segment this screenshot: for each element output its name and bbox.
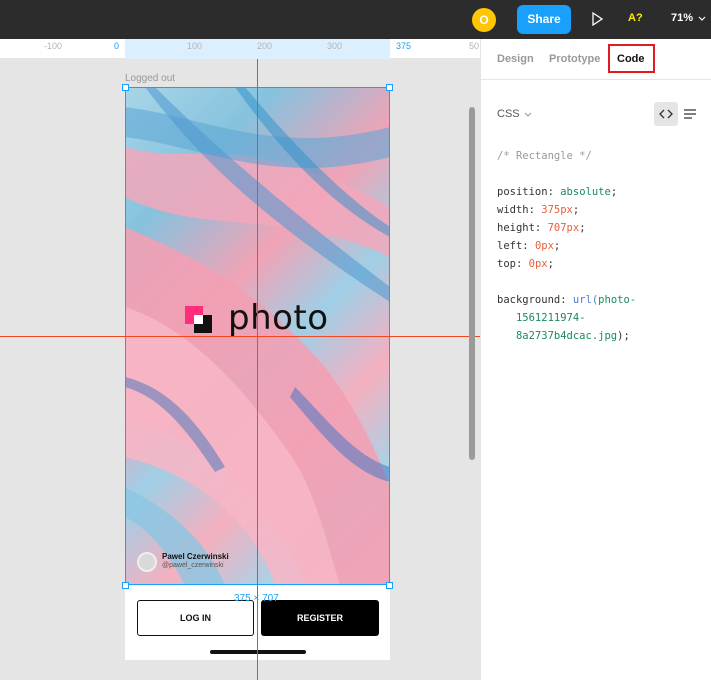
ruler-tick: 300	[327, 41, 343, 51]
code-blank	[497, 273, 636, 291]
login-button[interactable]: LOG IN	[137, 600, 254, 636]
horizontal-ruler: -100 0 100 200 300 375 50	[0, 39, 480, 59]
resize-handle[interactable]	[386, 84, 393, 91]
resize-handle[interactable]	[122, 84, 129, 91]
frame-label[interactable]: Logged out	[125, 73, 175, 84]
top-toolbar: O Share A? 71%	[0, 0, 711, 39]
list-view-icon[interactable]	[684, 108, 696, 120]
properties-panel: Design Prototype Code CSS /* Rectangle *…	[480, 39, 711, 680]
photographer-avatar	[137, 552, 157, 572]
code-line-width: width: 375px;	[497, 204, 580, 216]
ruler-tick: 375	[396, 41, 412, 51]
code-line-position: position: absolute;	[497, 186, 618, 198]
code-icon	[659, 109, 673, 119]
home-indicator	[210, 650, 306, 654]
register-button[interactable]: REGISTER	[261, 600, 379, 636]
zoom-level[interactable]: 71%	[671, 12, 693, 24]
ruler-tick: 50	[469, 41, 480, 51]
code-line-background: background: url(photo-	[497, 294, 637, 306]
chevron-down-icon[interactable]	[524, 111, 532, 119]
code-blank	[497, 165, 636, 183]
ruler-tick: 200	[257, 41, 273, 51]
tab-design[interactable]: Design	[497, 53, 534, 65]
panel-tabs: Design Prototype Code	[481, 39, 711, 80]
code-line-left: left: 0px;	[497, 240, 561, 252]
vertical-guide	[257, 59, 258, 680]
code-comment: /* Rectangle */	[497, 150, 592, 162]
share-button[interactable]: Share	[517, 5, 571, 34]
logo-wordmark: photo	[228, 298, 329, 338]
code-line-background-cont: 1561211974-	[515, 312, 586, 324]
code-line-background-end: 8a2737b4dcac.jpg);	[515, 330, 630, 342]
photographer-name: Pawel Czerwinski	[162, 552, 229, 561]
logo-mark-icon	[185, 306, 212, 333]
ruler-tick: -100	[44, 41, 63, 51]
chevron-down-icon[interactable]	[697, 14, 707, 24]
code-line-top: top: 0px;	[497, 258, 554, 270]
size-indicator: 375 × 707	[234, 593, 279, 604]
code-block: /* Rectangle */ position: absolute; widt…	[497, 147, 636, 345]
user-avatar[interactable]: O	[472, 8, 496, 32]
photographer-handle: @pawel_czerwinski	[162, 562, 224, 569]
resize-handle[interactable]	[122, 582, 129, 589]
ruler-tick: 100	[187, 41, 203, 51]
horizontal-guide	[0, 336, 480, 337]
code-view-button[interactable]	[654, 102, 678, 126]
language-select[interactable]: CSS	[497, 108, 520, 120]
tab-highlight-box	[608, 44, 655, 73]
play-icon[interactable]	[590, 12, 604, 26]
accessibility-check-button[interactable]: A?	[628, 12, 643, 24]
canvas-scrollbar[interactable]	[469, 107, 475, 460]
resize-handle[interactable]	[386, 582, 393, 589]
tab-prototype[interactable]: Prototype	[549, 53, 600, 65]
code-line-height: height: 707px;	[497, 222, 586, 234]
ruler-tick: 0	[114, 41, 120, 51]
